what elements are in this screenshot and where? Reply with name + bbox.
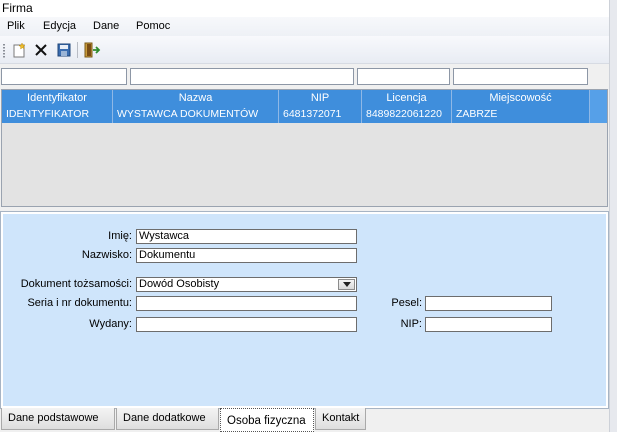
tab-dane-dodatkowe[interactable]: Dane dodatkowe: [116, 408, 219, 430]
dokument-select[interactable]: Dowód Osobisty: [136, 277, 357, 292]
menu-dane[interactable]: Dane: [93, 20, 119, 32]
seria-label: Seria i nr dokumentu:: [27, 297, 132, 309]
filter-miejscowosc-input[interactable]: [453, 68, 588, 85]
table-row[interactable]: IDENTYFIKATOR WYSTAWCA DOKUMENTÓW 648137…: [2, 107, 607, 123]
filter-identyfikator-input[interactable]: [1, 68, 127, 85]
cell-licencja: 8489822061220: [362, 107, 452, 123]
nip-label: NIP:: [400, 318, 422, 330]
column-header-nazwa[interactable]: Nazwa: [113, 90, 279, 107]
imie-field[interactable]: Wystawca: [136, 229, 357, 244]
exit-door-icon[interactable]: [83, 41, 101, 59]
delete-x-icon[interactable]: [32, 41, 50, 59]
menu-plik[interactable]: Plik: [7, 20, 25, 32]
nazwisko-label: Nazwisko:: [81, 249, 132, 261]
grid-header: Identyfikator Nazwa NIP Licencja Miejsco…: [2, 90, 607, 107]
cell-nazwa: WYSTAWCA DOKUMENTÓW: [113, 107, 279, 123]
column-header-nip[interactable]: NIP: [279, 90, 362, 107]
osoba-fizyczna-panel: Imię: Wystawca Nazwisko: Dokumentu Dokum…: [0, 211, 609, 409]
toolbar: [0, 36, 617, 64]
tab-osoba-fizyczna[interactable]: Osoba fizyczna: [220, 408, 314, 432]
grid-row-endcap: [590, 107, 607, 123]
tab-dane-podstawowe[interactable]: Dane podstawowe: [1, 408, 115, 430]
cell-identyfikator: IDENTYFIKATOR: [2, 107, 113, 123]
menu-pomoc[interactable]: Pomoc: [136, 20, 170, 32]
dokument-label: Dokument tożsamości:: [20, 278, 132, 290]
companies-grid: Identyfikator Nazwa NIP Licencja Miejsco…: [1, 89, 608, 207]
bottom-edge: [0, 432, 617, 444]
filter-row: [0, 66, 617, 88]
save-disk-icon[interactable]: [55, 41, 73, 59]
menu-edycja[interactable]: Edycja: [43, 20, 76, 32]
imie-label: Imię:: [108, 230, 132, 242]
dokument-selected-value: Dowód Osobisty: [139, 278, 220, 290]
nazwisko-field[interactable]: Dokumentu: [136, 248, 357, 263]
grid-header-endcap: [590, 90, 607, 107]
nip-field[interactable]: [425, 317, 552, 332]
pesel-field[interactable]: [425, 296, 552, 311]
toolbar-separator: [77, 42, 78, 58]
column-header-identyfikator[interactable]: Identyfikator: [2, 90, 113, 107]
tab-kontakt[interactable]: Kontakt: [315, 408, 366, 430]
pesel-label: Pesel:: [391, 297, 422, 309]
wydany-field[interactable]: [136, 317, 357, 332]
filter-nazwa-input[interactable]: [130, 68, 354, 85]
toolbar-grip[interactable]: [3, 44, 5, 58]
column-header-licencja[interactable]: Licencja: [362, 90, 452, 107]
column-header-miejscowosc[interactable]: Miejscowość: [452, 90, 590, 107]
filter-nip-input[interactable]: [357, 68, 450, 85]
cell-miejscowosc: ZABRZE: [452, 107, 590, 123]
window-title: Firma: [2, 1, 33, 15]
menu-bar: Plik Edycja Dane Pomoc: [0, 17, 617, 36]
cell-nip: 6481372071: [279, 107, 362, 123]
seria-field[interactable]: [136, 296, 357, 311]
wydany-label: Wydany:: [89, 318, 132, 330]
tab-strip: Dane podstawowe Dane dodatkowe Osoba fiz…: [0, 408, 608, 432]
title-bar: Firma: [0, 0, 617, 17]
chevron-down-icon[interactable]: [338, 279, 355, 290]
new-document-icon[interactable]: [10, 41, 28, 59]
